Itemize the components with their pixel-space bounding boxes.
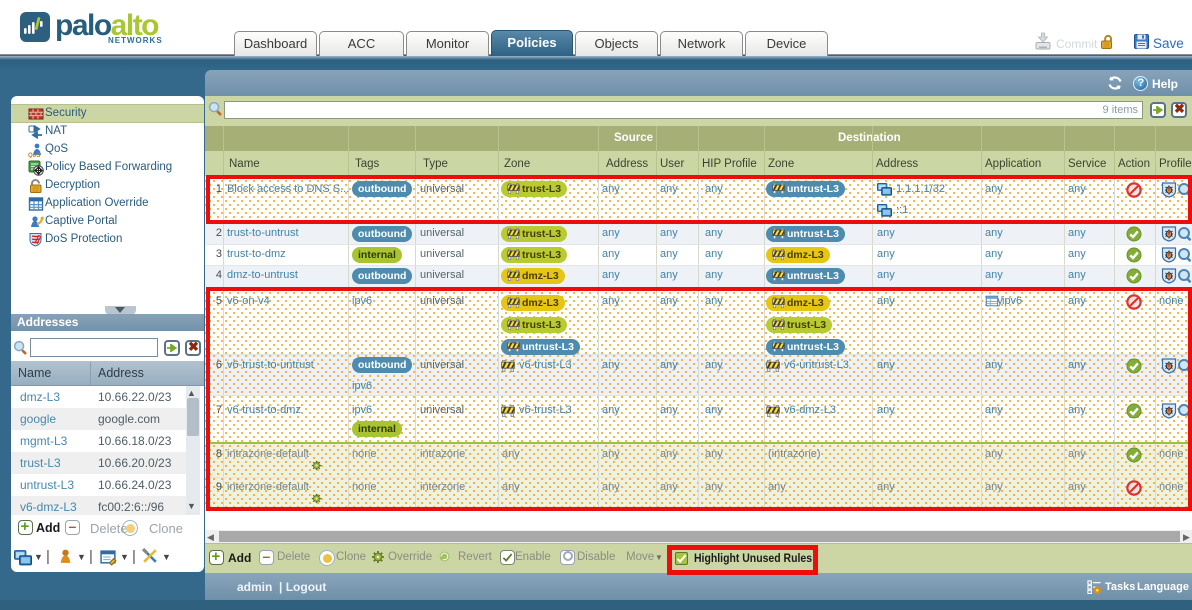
svg-text:QoS: QoS — [28, 153, 40, 158]
